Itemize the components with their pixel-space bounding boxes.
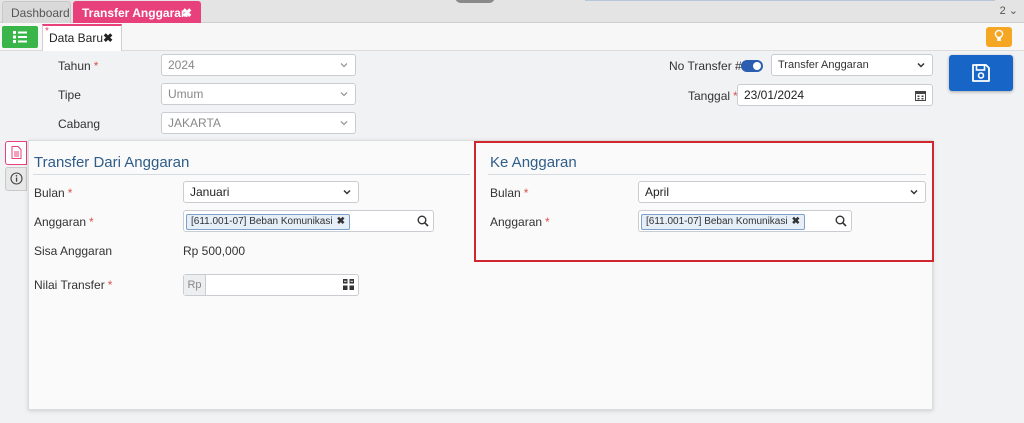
auto-number-toggle[interactable] [741, 60, 763, 72]
brand-shape [455, 0, 495, 3]
list-view-button[interactable] [2, 26, 38, 48]
anggaran-tag: [611.001-07] Beban Komunikasi ✖ [186, 214, 350, 230]
chevron-down-icon [917, 62, 925, 68]
tab-transfer-anggaran[interactable]: Transfer Anggaran ✖ [73, 1, 201, 23]
anggaran-tag: [611.001-07] Beban Komunikasi ✖ [641, 214, 805, 230]
calendar-icon[interactable] [915, 90, 926, 101]
lightbulb-icon [994, 29, 1004, 41]
list-icon [13, 31, 27, 43]
dari-bulan-value: Januari [190, 185, 230, 199]
no-transfer-label: No Transfer # [669, 59, 742, 73]
chevron-down-icon [340, 92, 348, 97]
remove-tag-icon[interactable]: ✖ [337, 216, 345, 227]
tab-data-baru[interactable]: * Data Baru ✖ [42, 24, 122, 51]
anggaran-tag-text: [611.001-07] Beban Komunikasi [646, 216, 788, 227]
tab-dashboard[interactable]: Dashboard [2, 1, 71, 23]
save-icon [972, 64, 990, 82]
close-tab-icon[interactable]: ✖ [182, 2, 192, 24]
tanggal-field[interactable]: 23/01/2024 [737, 84, 933, 106]
cabang-label: Cabang [58, 117, 101, 131]
sisa-anggaran-label: Sisa Anggaran [34, 244, 113, 258]
tipe-select[interactable]: Umum [161, 83, 356, 105]
close-subtab-icon[interactable]: ✖ [103, 26, 113, 50]
document-icon [11, 146, 21, 159]
unsaved-marker: * [45, 26, 49, 37]
tipe-label: Tipe [58, 88, 81, 102]
tipe-value: Umum [168, 87, 204, 101]
search-icon[interactable] [417, 215, 429, 227]
info-icon [9, 172, 23, 185]
toggle-knob [753, 62, 761, 70]
dari-bulan-select[interactable]: Januari [183, 181, 359, 203]
dari-bulan-label: Bulan * [34, 186, 73, 200]
transfer-dari-title: Transfer Dari Anggaran [34, 154, 190, 171]
no-transfer-select[interactable]: Transfer Anggaran [771, 54, 933, 76]
ke-anggaran-label: Anggaran * [490, 215, 550, 229]
section-divider [33, 174, 470, 175]
ke-bulan-value: April [645, 185, 670, 199]
header-divider [585, 0, 995, 1]
dari-anggaran-field[interactable]: [611.001-07] Beban Komunikasi ✖ [183, 210, 434, 232]
tahun-value: 2024 [168, 58, 195, 72]
cabang-select[interactable]: JAKARTA [161, 112, 356, 134]
window-count-dropdown[interactable]: 2 ⌄ [1000, 4, 1018, 17]
currency-prefix: Rp [184, 275, 206, 295]
remove-tag-icon[interactable]: ✖ [792, 216, 800, 227]
chevron-down-icon [340, 63, 348, 68]
side-tab-detail[interactable] [5, 141, 27, 165]
search-icon[interactable] [835, 215, 847, 227]
chevron-down-icon [910, 189, 918, 195]
no-transfer-value: Transfer Anggaran [778, 59, 869, 71]
calculator-icon[interactable] [343, 279, 354, 290]
ke-bulan-label: Bulan * [490, 186, 529, 200]
tips-button[interactable] [986, 27, 1012, 47]
save-button[interactable] [949, 55, 1013, 91]
tahun-select[interactable]: 2024 [161, 54, 356, 76]
tanggal-label: Tanggal * [688, 89, 738, 103]
side-tab-info[interactable] [5, 167, 27, 191]
chevron-down-icon [340, 121, 348, 126]
nilai-transfer-label: Nilai Transfer * [34, 278, 113, 292]
cabang-value: JAKARTA [168, 116, 221, 130]
tab-data-baru-label: Data Baru [49, 31, 104, 45]
tahun-label: Tahun * [58, 59, 99, 73]
sisa-anggaran-value: Rp 500,000 [183, 244, 246, 258]
nilai-transfer-field[interactable]: Rp [183, 274, 359, 296]
tanggal-value: 23/01/2024 [744, 88, 805, 102]
ke-anggaran-field[interactable]: [611.001-07] Beban Komunikasi ✖ [638, 210, 852, 232]
ke-anggaran-title: Ke Anggaran [490, 154, 577, 171]
tab-transfer-anggaran-label: Transfer Anggaran [82, 6, 189, 20]
dari-anggaran-label: Anggaran * [34, 215, 94, 229]
chevron-down-icon [343, 189, 351, 195]
anggaran-tag-text: [611.001-07] Beban Komunikasi [191, 216, 333, 227]
document-tab-bar: * Data Baru ✖ [0, 23, 1024, 51]
top-tab-bar: Dashboard Transfer Anggaran ✖ 2 ⌄ [0, 0, 1024, 23]
section-divider [488, 174, 926, 175]
ke-bulan-select[interactable]: April [638, 181, 926, 203]
